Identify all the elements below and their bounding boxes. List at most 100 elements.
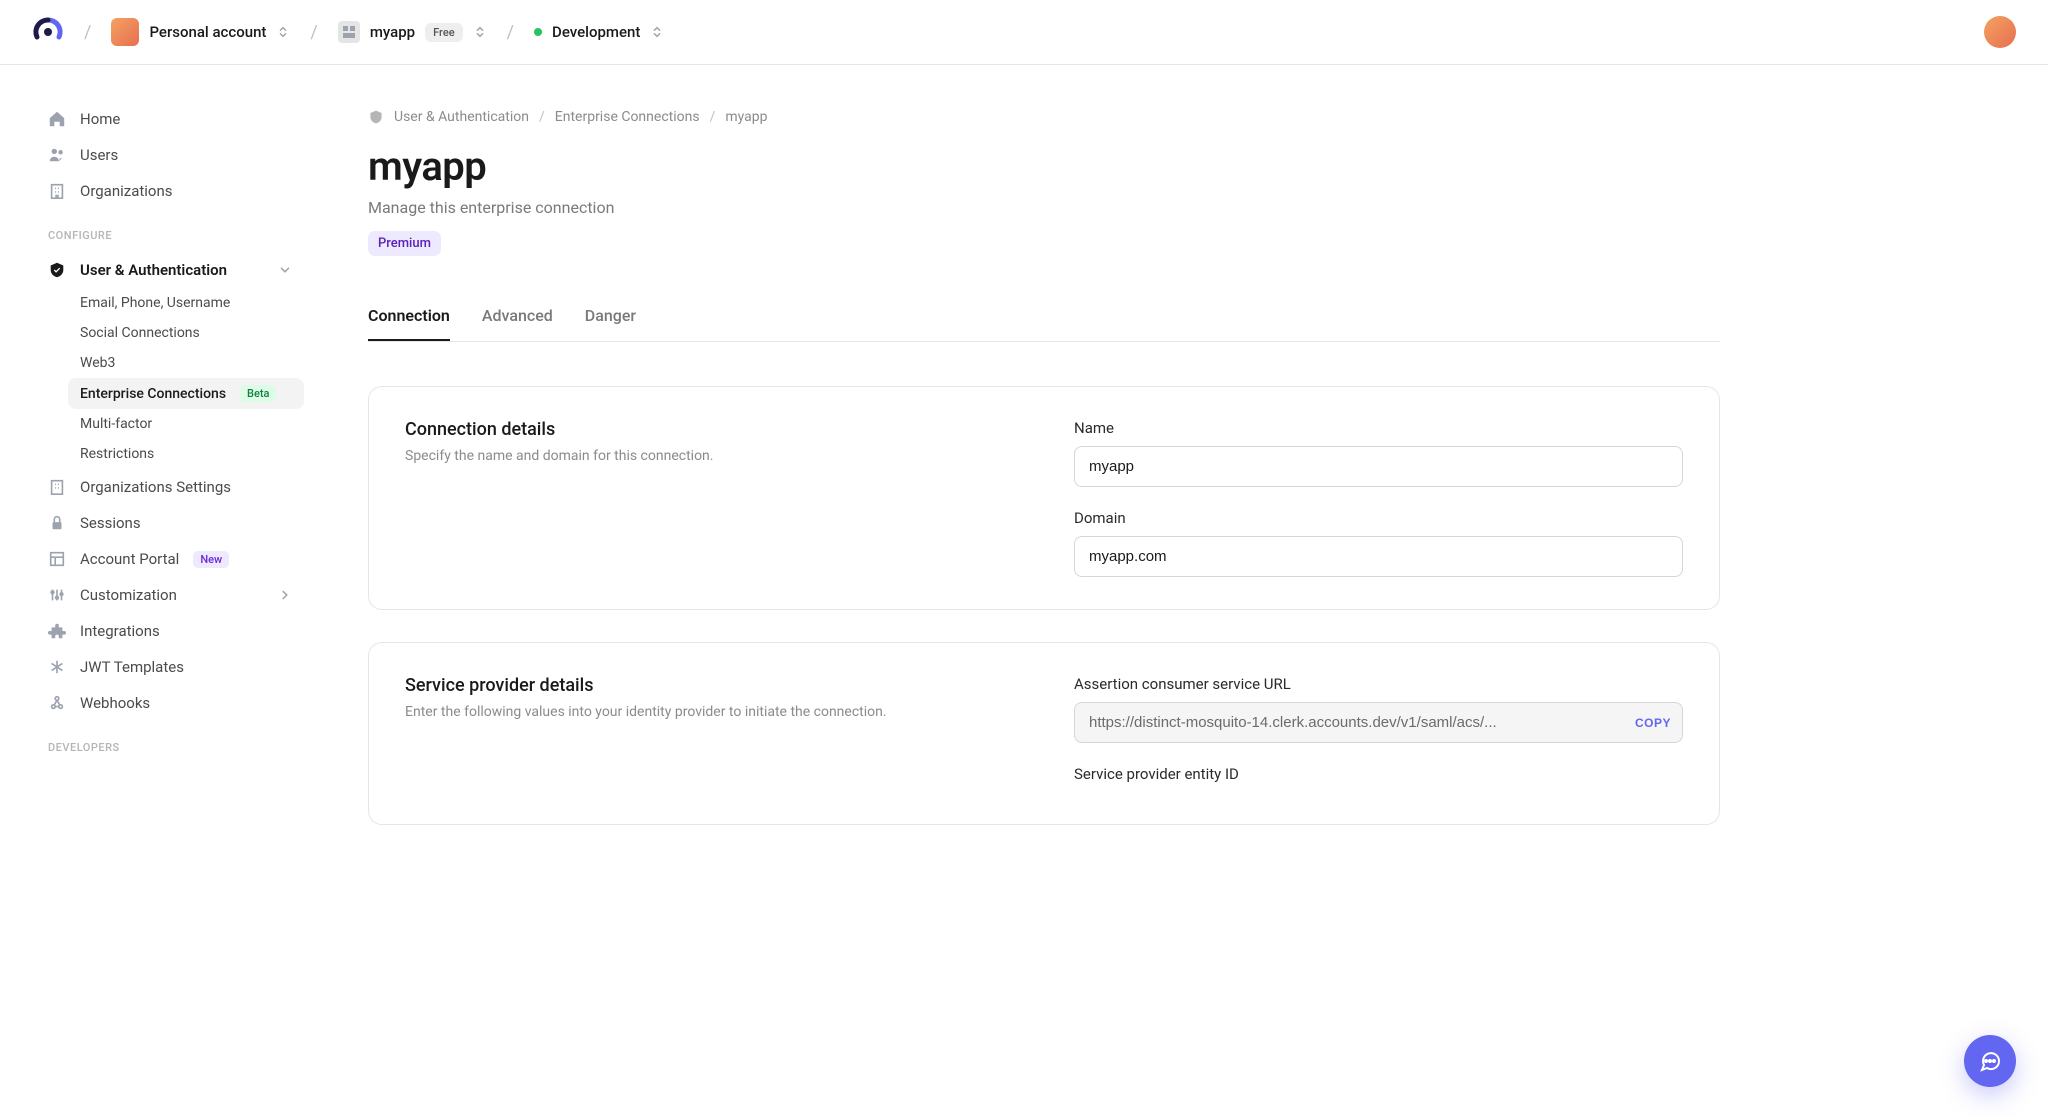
env-switcher[interactable]: Development — [534, 23, 664, 41]
sidebar-item-web3[interactable]: Web3 — [68, 348, 304, 378]
chevron-down-icon — [278, 263, 292, 277]
sliders-icon — [48, 586, 66, 604]
breadcrumb-current: myapp — [725, 109, 767, 125]
top-header: / Personal account / myapp Free / Develo… — [0, 0, 2048, 65]
breadcrumb: User & Authentication / Enterprise Conne… — [368, 109, 1720, 125]
sidebar-item-webhooks[interactable]: Webhooks — [36, 685, 304, 721]
sidebar-item-label: Multi-factor — [80, 416, 152, 432]
account-avatar — [111, 18, 139, 46]
sidebar-item-account-portal[interactable]: Account Portal New — [36, 541, 304, 577]
sidebar-item-label: Enterprise Connections — [80, 386, 226, 402]
card-title: Connection details — [405, 419, 1014, 440]
copy-button[interactable]: COPY — [1635, 716, 1671, 730]
chat-fab[interactable] — [1964, 1035, 2016, 1087]
sidebar-item-label: Home — [80, 110, 120, 128]
updown-icon — [276, 25, 290, 39]
plan-badge: Free — [425, 23, 463, 42]
card-description: Specify the name and domain for this con… — [405, 446, 1014, 467]
sidebar-item-enterprise[interactable]: Enterprise Connections Beta — [68, 378, 304, 409]
home-icon — [48, 110, 66, 128]
sidebar-item-organizations[interactable]: Organizations — [36, 173, 304, 209]
building-icon — [48, 478, 66, 496]
domain-input[interactable] — [1074, 536, 1683, 577]
sidebar-item-sessions[interactable]: Sessions — [36, 505, 304, 541]
sidebar-item-org-settings[interactable]: Organizations Settings — [36, 469, 304, 505]
updown-icon — [650, 25, 664, 39]
tab-advanced[interactable]: Advanced — [482, 296, 553, 341]
sidebar-item-label: Organizations — [80, 182, 173, 200]
breadcrumb-item[interactable]: User & Authentication — [394, 109, 529, 125]
sidebar-item-social[interactable]: Social Connections — [68, 318, 304, 348]
sidebar-item-email-phone[interactable]: Email, Phone, Username — [68, 288, 304, 318]
sidebar-item-label: Integrations — [80, 622, 160, 640]
sidebar-item-restrictions[interactable]: Restrictions — [68, 439, 304, 469]
sidebar-item-label: User & Authentication — [80, 261, 227, 279]
sidebar-item-label: Organizations Settings — [80, 478, 231, 496]
tab-connection[interactable]: Connection — [368, 296, 450, 341]
chat-icon — [1978, 1049, 2002, 1073]
updown-icon — [473, 25, 487, 39]
card-service-provider: Service provider details Enter the follo… — [368, 642, 1720, 825]
sidebar-item-label: Social Connections — [80, 325, 200, 341]
sidebar-sub-user-auth: Email, Phone, Username Social Connection… — [36, 288, 304, 469]
user-avatar[interactable] — [1984, 16, 2016, 48]
main-content: User & Authentication / Enterprise Conne… — [320, 65, 1780, 937]
sidebar-item-jwt[interactable]: JWT Templates — [36, 649, 304, 685]
entity-id-label: Service provider entity ID — [1074, 765, 1683, 783]
sidebar-item-label: Email, Phone, Username — [80, 295, 230, 311]
status-dot-icon — [534, 28, 542, 36]
card-description: Enter the following values into your ide… — [405, 702, 1014, 723]
sidebar-item-users[interactable]: Users — [36, 137, 304, 173]
puzzle-icon — [48, 622, 66, 640]
sidebar-item-mfa[interactable]: Multi-factor — [68, 409, 304, 439]
sidebar: Home Users Organizations Configure User … — [0, 65, 320, 937]
env-name: Development — [552, 23, 640, 41]
app-switcher[interactable]: myapp Free — [338, 21, 487, 43]
sidebar-item-label: Users — [80, 146, 118, 164]
sidebar-item-customization[interactable]: Customization — [36, 577, 304, 613]
shield-icon — [48, 261, 66, 279]
premium-badge: Premium — [368, 231, 441, 256]
acs-url-label: Assertion consumer service URL — [1074, 675, 1683, 693]
breadcrumb-separator: / — [84, 22, 91, 43]
users-icon — [48, 146, 66, 164]
asterisk-icon — [48, 658, 66, 676]
layout-icon — [48, 550, 66, 568]
page-subtitle: Manage this enterprise connection — [368, 198, 1720, 217]
app-name: myapp — [370, 23, 415, 41]
sidebar-section-configure: Configure — [36, 209, 304, 252]
sidebar-item-user-auth[interactable]: User & Authentication — [36, 252, 304, 288]
sidebar-item-label: Web3 — [80, 355, 115, 371]
sidebar-item-home[interactable]: Home — [36, 101, 304, 137]
shield-icon — [368, 109, 384, 125]
sidebar-item-label: Customization — [80, 586, 177, 604]
domain-label: Domain — [1074, 509, 1683, 527]
name-label: Name — [1074, 419, 1683, 437]
breadcrumb-item[interactable]: Enterprise Connections — [555, 109, 700, 125]
header-left: / Personal account / myapp Free / Develo… — [32, 16, 664, 48]
breadcrumb-separator: / — [710, 109, 716, 125]
card-title: Service provider details — [405, 675, 1014, 696]
logo-icon — [33, 17, 63, 47]
new-badge: New — [193, 551, 229, 568]
tabs: Connection Advanced Danger — [368, 296, 1720, 342]
breadcrumb-separator: / — [310, 22, 317, 43]
account-switcher[interactable]: Personal account — [111, 18, 290, 46]
webhook-icon — [48, 694, 66, 712]
chevron-right-icon — [278, 588, 292, 602]
building-icon — [48, 182, 66, 200]
sidebar-item-label: Restrictions — [80, 446, 154, 462]
clerk-logo[interactable] — [32, 16, 64, 48]
sidebar-item-label: Account Portal — [80, 550, 179, 568]
lock-icon — [48, 514, 66, 532]
sidebar-section-developers: Developers — [36, 721, 304, 764]
tab-danger[interactable]: Danger — [585, 296, 636, 341]
app-icon — [338, 21, 360, 43]
name-input[interactable] — [1074, 446, 1683, 487]
breadcrumb-separator: / — [539, 109, 545, 125]
sidebar-item-label: Sessions — [80, 514, 141, 532]
sidebar-item-integrations[interactable]: Integrations — [36, 613, 304, 649]
beta-badge: Beta — [240, 385, 276, 402]
acs-url-input[interactable] — [1074, 702, 1683, 743]
card-connection-details: Connection details Specify the name and … — [368, 386, 1720, 610]
